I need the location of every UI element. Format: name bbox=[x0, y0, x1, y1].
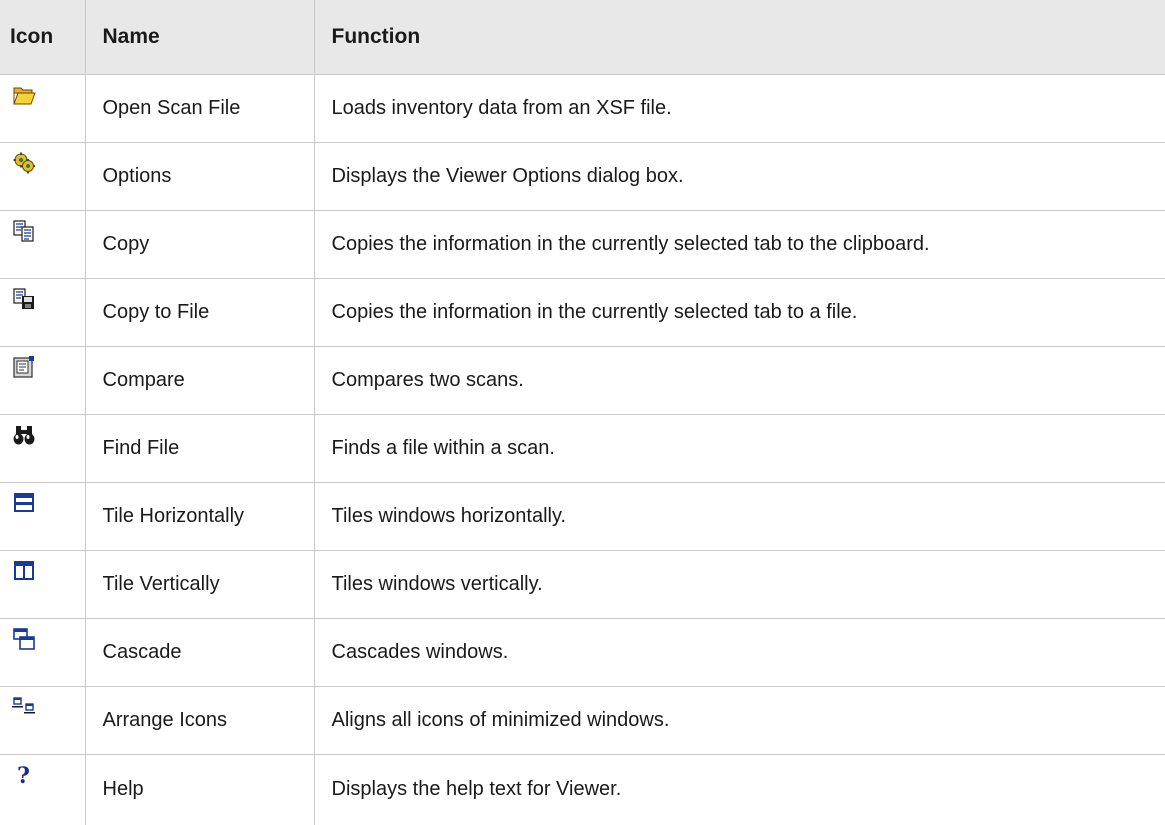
table-row: ? Help Displays the help text for Viewer… bbox=[0, 753, 1165, 825]
row-function: Compares two scans. bbox=[313, 345, 1165, 414]
header-function: Function bbox=[313, 0, 1165, 74]
compare-icon bbox=[12, 355, 36, 379]
row-function: Tiles windows vertically. bbox=[313, 549, 1165, 618]
icon-cell bbox=[0, 481, 85, 550]
table-row: Copy Copies the information in the curre… bbox=[0, 209, 1165, 278]
icon-cell: ? bbox=[0, 753, 85, 825]
table-row: Copy to File Copies the information in t… bbox=[0, 277, 1165, 346]
table-row: Compare Compares two scans. bbox=[0, 345, 1165, 414]
header-name: Name bbox=[84, 0, 314, 74]
row-name: Compare bbox=[84, 345, 314, 414]
svg-text:?: ? bbox=[17, 763, 30, 787]
icon-cell bbox=[0, 345, 85, 414]
row-function: Copies the information in the currently … bbox=[313, 209, 1165, 278]
gears-icon bbox=[12, 151, 36, 175]
row-name: Cascade bbox=[84, 617, 314, 686]
row-name: Find File bbox=[84, 413, 314, 482]
table-row: Tile Vertically Tiles windows vertically… bbox=[0, 549, 1165, 618]
table-row: Find File Finds a file within a scan. bbox=[0, 413, 1165, 482]
toolbar-icons-table: Icon Name Function Open Scan File Loads … bbox=[0, 0, 1165, 825]
table-row: Options Displays the Viewer Options dial… bbox=[0, 141, 1165, 210]
row-function: Cascades windows. bbox=[313, 617, 1165, 686]
row-function: Loads inventory data from an XSF file. bbox=[313, 73, 1165, 142]
row-name: Help bbox=[84, 753, 314, 825]
icon-cell bbox=[0, 209, 85, 278]
arrange-icons-icon bbox=[12, 695, 36, 719]
row-function: Copies the information in the currently … bbox=[313, 277, 1165, 346]
row-function: Finds a file within a scan. bbox=[313, 413, 1165, 482]
icon-cell bbox=[0, 413, 85, 482]
table-row: Open Scan File Loads inventory data from… bbox=[0, 73, 1165, 142]
table-row: Arrange Icons Aligns all icons of minimi… bbox=[0, 685, 1165, 754]
row-name: Open Scan File bbox=[84, 73, 314, 142]
tile-horizontal-icon bbox=[12, 491, 36, 515]
icon-cell bbox=[0, 141, 85, 210]
icon-cell bbox=[0, 549, 85, 618]
table-header-row: Icon Name Function bbox=[0, 0, 1165, 74]
row-name: Copy bbox=[84, 209, 314, 278]
row-function: Tiles windows horizontally. bbox=[313, 481, 1165, 550]
icon-cell bbox=[0, 73, 85, 142]
row-name: Tile Vertically bbox=[84, 549, 314, 618]
icon-cell bbox=[0, 617, 85, 686]
tile-vertical-icon bbox=[12, 559, 36, 583]
help-icon: ? bbox=[12, 763, 36, 787]
table-row: Tile Horizontally Tiles windows horizont… bbox=[0, 481, 1165, 550]
icon-cell bbox=[0, 277, 85, 346]
row-function: Aligns all icons of minimized windows. bbox=[313, 685, 1165, 754]
row-name: Copy to File bbox=[84, 277, 314, 346]
row-name: Arrange Icons bbox=[84, 685, 314, 754]
binoculars-icon bbox=[12, 423, 36, 447]
row-function: Displays the Viewer Options dialog box. bbox=[313, 141, 1165, 210]
cascade-icon bbox=[12, 627, 36, 651]
copy-icon bbox=[12, 219, 36, 243]
open-folder-icon bbox=[12, 83, 36, 107]
table-row: Cascade Cascades windows. bbox=[0, 617, 1165, 686]
copy-to-file-icon bbox=[12, 287, 36, 311]
row-name: Tile Horizontally bbox=[84, 481, 314, 550]
row-function: Displays the help text for Viewer. bbox=[313, 753, 1165, 825]
icon-cell bbox=[0, 685, 85, 754]
header-icon: Icon bbox=[10, 24, 54, 48]
row-name: Options bbox=[84, 141, 314, 210]
